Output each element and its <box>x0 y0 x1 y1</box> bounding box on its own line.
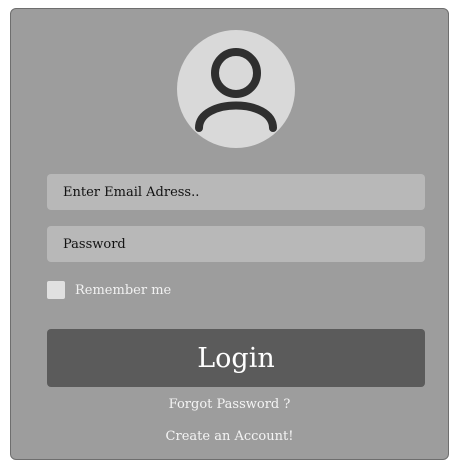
password-field[interactable]: Password <box>47 226 425 262</box>
email-placeholder: Enter Email Adress.. <box>63 184 200 200</box>
login-button-label: Login <box>197 342 275 374</box>
remember-me[interactable]: Remember me <box>47 280 171 300</box>
user-icon <box>195 48 277 132</box>
login-button[interactable]: Login <box>47 329 425 387</box>
login-card: Enter Email Adress.. Password Remember m… <box>10 8 449 460</box>
avatar <box>177 30 295 148</box>
create-account-link[interactable]: Create an Account! <box>11 429 448 444</box>
remember-label: Remember me <box>75 282 172 298</box>
email-field[interactable]: Enter Email Adress.. <box>47 174 425 210</box>
remember-checkbox[interactable] <box>47 281 65 299</box>
forgot-password-link[interactable]: Forgot Password ? <box>11 397 448 412</box>
password-placeholder: Password <box>63 236 126 252</box>
